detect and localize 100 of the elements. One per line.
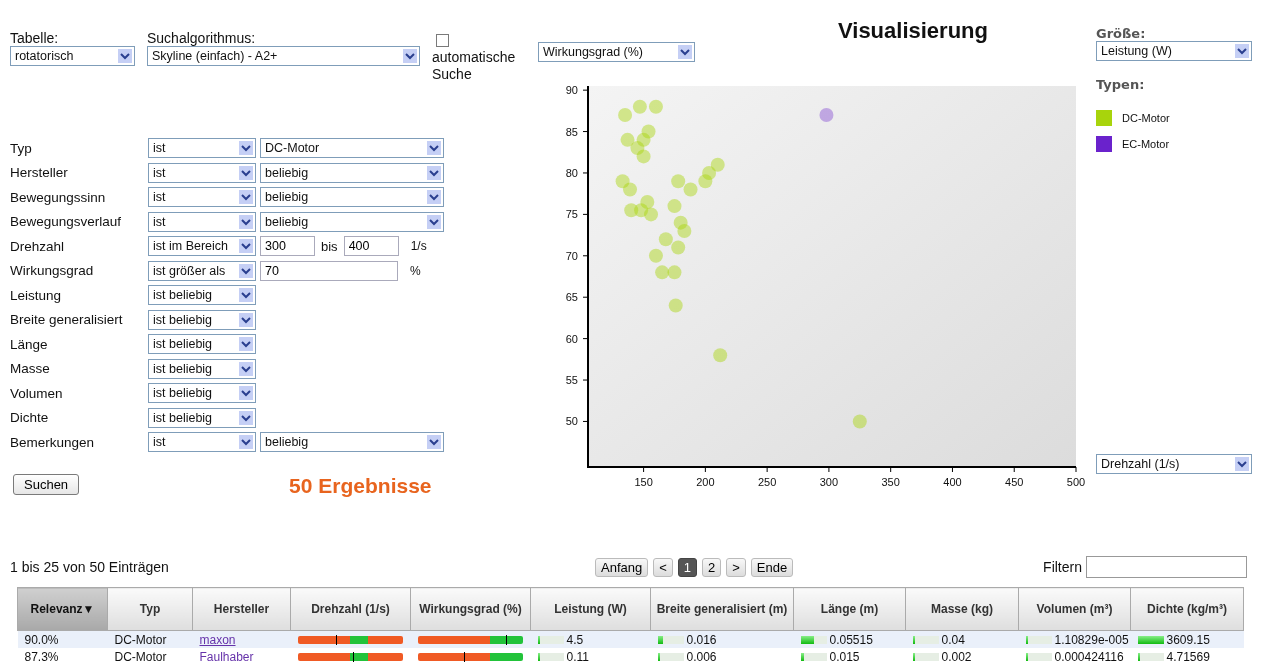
value-input[interactable]: 70	[260, 260, 398, 281]
pagination-button[interactable]: Ende	[750, 557, 794, 577]
data-bubble	[671, 240, 686, 255]
chevron-down-icon	[118, 49, 132, 63]
x-tick-label: 450	[1005, 476, 1024, 488]
data-bubble	[668, 298, 683, 313]
table-cell: 0.006	[686, 649, 717, 664]
table-row[interactable]: 87.3% DC-Motor Faulhaber 0.11 0.006 0.015 0.002 0.000424116 4.71569	[17, 648, 1244, 665]
data-bubble	[852, 414, 867, 429]
y-axis-dropdown[interactable]: Wirkungsgrad (%)	[538, 42, 695, 62]
entries-summary: 1 bis 25 von 50 Einträgen	[10, 559, 170, 575]
value-dropdown[interactable]: beliebig	[260, 432, 444, 452]
table-cell: 4.71569	[1166, 649, 1210, 664]
pagination-button[interactable]: >	[726, 557, 746, 577]
y-tick-label: 65	[565, 291, 578, 304]
operator-dropdown[interactable]: ist beliebig	[148, 334, 256, 354]
x-tick-label: 400	[943, 476, 962, 488]
algorithm-dropdown[interactable]: Skyline (einfach) - A2+	[147, 46, 420, 66]
filter-label: Bewegungssinn	[10, 189, 107, 205]
column-header[interactable]: Relevanz▼	[17, 587, 108, 631]
pagination-button[interactable]: <	[653, 557, 673, 577]
operator-dropdown[interactable]: ist größer als	[148, 260, 256, 281]
pagination-button[interactable]: 1	[677, 557, 698, 577]
column-header[interactable]: Masse (kg)	[905, 587, 1019, 631]
data-bubble	[634, 203, 649, 218]
data-bubble	[624, 203, 639, 218]
column-header[interactable]: Dichte (kg/m³)	[1130, 587, 1244, 631]
operator-dropdown[interactable]: ist im Bereich	[148, 236, 256, 256]
operator-dropdown[interactable]: ist beliebig	[148, 383, 256, 403]
filter-label: Typ	[10, 140, 33, 156]
from-input[interactable]: 300	[260, 236, 315, 256]
algorithm-label: Suchalgorithmus:	[147, 30, 257, 46]
operator-dropdown[interactable]: ist beliebig	[148, 285, 256, 305]
operator-dropdown[interactable]: ist	[148, 432, 256, 452]
operator-dropdown[interactable]: ist	[148, 162, 256, 183]
operator-dropdown[interactable]: ist beliebig	[148, 309, 256, 330]
filter-label: Filtern	[1043, 559, 1082, 575]
filter-label: Dichte	[10, 410, 50, 425]
x-axis-dropdown[interactable]: Drehzahl (1/s)	[1096, 454, 1252, 474]
chevron-down-icon	[239, 263, 253, 278]
column-header[interactable]: Volumen (m³)	[1018, 587, 1131, 631]
column-header[interactable]: Breite generalisiert (m)	[650, 587, 794, 631]
chevron-down-icon	[239, 214, 253, 229]
operator-dropdown[interactable]: ist beliebig	[148, 358, 256, 379]
operator-dropdown[interactable]: ist	[148, 138, 256, 158]
y-tick-label: 75	[565, 208, 578, 221]
data-bubble	[636, 149, 651, 164]
result-count: 50 Ergebnisse	[289, 474, 432, 498]
operator-dropdown[interactable]: ist	[148, 211, 256, 232]
to-input[interactable]: 400	[343, 236, 399, 256]
operator-dropdown[interactable]: ist beliebig	[148, 407, 256, 428]
data-bubble	[713, 348, 728, 363]
table-cell: 0.11	[566, 649, 589, 664]
chevron-down-icon	[239, 386, 253, 400]
data-bubble	[667, 199, 682, 214]
pagination-button[interactable]: 2	[702, 557, 722, 577]
manufacturer-link[interactable]: Faulhaber	[199, 649, 254, 664]
y-tick-label: 85	[565, 125, 578, 138]
column-header[interactable]: Typ	[107, 587, 193, 631]
filter-label: Volumen	[10, 385, 64, 401]
y-tick-label: 70	[565, 249, 578, 262]
range-connector: bis	[321, 238, 338, 254]
y-tick-label: 90	[565, 84, 578, 97]
x-tick-label: 150	[634, 476, 653, 488]
column-header[interactable]: Wirkungsgrad (%)	[410, 587, 531, 631]
data-bubble	[658, 232, 673, 247]
legend-label: DC-Motor	[1122, 112, 1170, 124]
auto-search-checkbox[interactable]	[436, 34, 449, 47]
chevron-down-icon	[239, 239, 253, 253]
value-dropdown[interactable]: beliebig	[260, 187, 444, 207]
column-header[interactable]: Hersteller	[192, 587, 291, 631]
data-bubble	[640, 194, 655, 209]
x-tick-label: 500	[1066, 476, 1086, 488]
table-cell: 3609.15	[1166, 632, 1210, 647]
chevron-down-icon	[427, 435, 441, 449]
table-dropdown[interactable]: rotatorisch	[10, 46, 135, 66]
filter-label: Bemerkungen	[10, 434, 96, 450]
filter-input[interactable]	[1086, 556, 1247, 578]
value-dropdown[interactable]: DC-Motor	[260, 138, 444, 158]
column-header[interactable]: Leistung (W)	[530, 587, 651, 631]
chevron-down-icon	[239, 410, 253, 425]
table-row[interactable]: 90.0% DC-Motor maxon 4.5 0.016 0.05515 0.04 1.10829e-005 3609.15	[17, 630, 1244, 648]
data-bubble	[630, 141, 645, 156]
chevron-down-icon	[239, 165, 253, 180]
pagination-button[interactable]: Anfang	[595, 557, 649, 577]
value-dropdown[interactable]: beliebig	[260, 211, 444, 232]
unit-label: %	[410, 263, 421, 278]
size-label: Größe:	[1096, 26, 1147, 41]
filter-label: Drehzahl	[10, 238, 66, 254]
value-dropdown[interactable]: beliebig	[260, 162, 444, 183]
column-header[interactable]: Drehzahl (1/s)	[290, 587, 411, 631]
table-cell: 90.0%	[24, 632, 59, 647]
chevron-down-icon	[239, 312, 253, 327]
column-header[interactable]: Länge (m)	[793, 587, 906, 631]
operator-dropdown[interactable]: ist	[148, 187, 256, 207]
table-cell: DC-Motor	[114, 649, 167, 664]
table-cell: 0.000424116	[1054, 649, 1124, 664]
search-button[interactable]: Suchen	[13, 474, 80, 495]
chevron-down-icon	[1235, 44, 1249, 58]
size-dropdown[interactable]: Leistung (W)	[1096, 41, 1252, 61]
